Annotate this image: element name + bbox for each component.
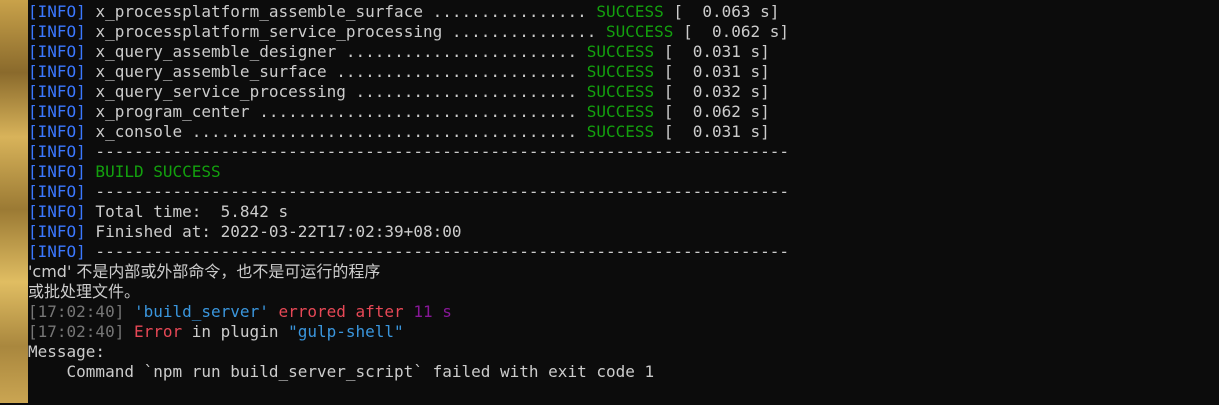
timestamp: [17:02:40] bbox=[28, 322, 125, 341]
info-tag: [INFO] bbox=[28, 42, 86, 61]
module-status: SUCCESS bbox=[586, 42, 655, 61]
in-plugin-text: in plugin bbox=[182, 322, 289, 341]
message-label: Message: bbox=[28, 342, 106, 361]
dot-leader: ........................ bbox=[336, 42, 587, 61]
finished-at-line: [INFO] Finished at: 2022-03-22T17:02:39+… bbox=[28, 222, 1219, 242]
total-time-text: Total time: 5.842 s bbox=[85, 202, 289, 221]
module-name: x_query_assemble_surface bbox=[95, 62, 327, 81]
module-row: [INFO] x_query_service_processing ......… bbox=[28, 82, 1219, 102]
module-status: SUCCESS bbox=[586, 82, 655, 101]
info-tag: [INFO] bbox=[28, 142, 86, 161]
info-tag: [INFO] bbox=[28, 62, 86, 81]
info-tag: [INFO] bbox=[28, 82, 86, 101]
module-row: [INFO] x_program_center ................… bbox=[28, 102, 1219, 122]
module-time: [ 0.031 s] bbox=[663, 62, 770, 81]
dot-leader: ........................................ bbox=[182, 122, 587, 141]
separator: ----------------------------------------… bbox=[85, 242, 789, 261]
separator: ----------------------------------------… bbox=[85, 182, 789, 201]
message-text: Command `npm run build_server_script` fa… bbox=[28, 362, 655, 381]
task-name: 'build_server' bbox=[133, 302, 269, 321]
plugin-name: "gulp-shell" bbox=[288, 322, 404, 341]
module-time: [ 0.063 s] bbox=[673, 2, 780, 21]
info-tag: [INFO] bbox=[28, 2, 86, 21]
separator-line: [INFO] ---------------------------------… bbox=[28, 242, 1219, 262]
dot-leader: ....................... bbox=[345, 82, 587, 101]
module-status: SUCCESS bbox=[605, 22, 674, 41]
module-row: [INFO] x_console .......................… bbox=[28, 122, 1219, 142]
module-time: [ 0.032 s] bbox=[663, 82, 770, 101]
error-word: Error bbox=[124, 322, 183, 341]
info-tag: [INFO] bbox=[28, 202, 86, 221]
info-tag: [INFO] bbox=[28, 102, 86, 121]
info-tag: [INFO] bbox=[28, 222, 86, 241]
module-name: x_processplatform_service_processing bbox=[95, 22, 443, 41]
dot-leader: ................................. bbox=[249, 102, 587, 121]
module-row: [INFO] x_query_assemble_surface ........… bbox=[28, 62, 1219, 82]
module-row: [INFO] x_processplatform_assemble_surfac… bbox=[28, 2, 1219, 22]
module-row: [INFO] x_query_assemble_designer .......… bbox=[28, 42, 1219, 62]
info-tag: [INFO] bbox=[28, 22, 86, 41]
info-tag: [INFO] bbox=[28, 242, 86, 261]
terminal-output[interactable]: [INFO] x_processplatform_assemble_surfac… bbox=[28, 0, 1219, 405]
cmd-error-line: 'cmd' 不是内部或外部命令，也不是可运行的程序 bbox=[28, 262, 381, 281]
module-time: [ 0.062 s] bbox=[683, 22, 790, 41]
module-time: [ 0.031 s] bbox=[663, 122, 770, 141]
module-status: SUCCESS bbox=[586, 102, 655, 121]
module-name: x_processplatform_assemble_surface bbox=[95, 2, 423, 21]
module-name: x_console bbox=[95, 122, 183, 141]
gulp-error-line: [17:02:40] 'build_server' errored after … bbox=[28, 302, 1219, 322]
finished-at-text: Finished at: 2022-03-22T17:02:39+08:00 bbox=[85, 222, 462, 241]
build-success-line: [INFO] BUILD SUCCESS bbox=[28, 162, 1219, 182]
separator-line: [INFO] ---------------------------------… bbox=[28, 182, 1219, 202]
module-row: [INFO] x_processplatform_service_process… bbox=[28, 22, 1219, 42]
total-time-line: [INFO] Total time: 5.842 s bbox=[28, 202, 1219, 222]
duration: 11 s bbox=[413, 302, 452, 321]
cmd-error-line: 或批处理文件。 bbox=[28, 282, 141, 301]
module-status: SUCCESS bbox=[596, 2, 664, 21]
dot-leader: ......................... bbox=[326, 62, 587, 81]
gulp-plugin-error-line: [17:02:40] Error in plugin "gulp-shell" bbox=[28, 322, 1219, 342]
dot-leader: ............... bbox=[442, 22, 606, 41]
module-name: x_program_center bbox=[95, 102, 250, 121]
module-name: x_query_assemble_designer bbox=[95, 42, 337, 61]
desktop-wallpaper-strip bbox=[0, 0, 28, 403]
timestamp: [17:02:40] bbox=[28, 302, 125, 321]
separator-line: [INFO] ---------------------------------… bbox=[28, 142, 1219, 162]
info-tag: [INFO] bbox=[28, 122, 86, 141]
dot-leader: ................ bbox=[422, 2, 597, 21]
build-success-text: BUILD SUCCESS bbox=[85, 162, 221, 181]
module-time: [ 0.031 s] bbox=[663, 42, 770, 61]
module-time: [ 0.062 s] bbox=[663, 102, 770, 121]
info-tag: [INFO] bbox=[28, 182, 86, 201]
separator: ----------------------------------------… bbox=[85, 142, 789, 161]
info-tag: [INFO] bbox=[28, 162, 86, 181]
module-name: x_query_service_processing bbox=[95, 82, 346, 101]
errored-after-text: errored after bbox=[268, 302, 414, 321]
module-status: SUCCESS bbox=[586, 62, 655, 81]
module-status: SUCCESS bbox=[586, 122, 655, 141]
